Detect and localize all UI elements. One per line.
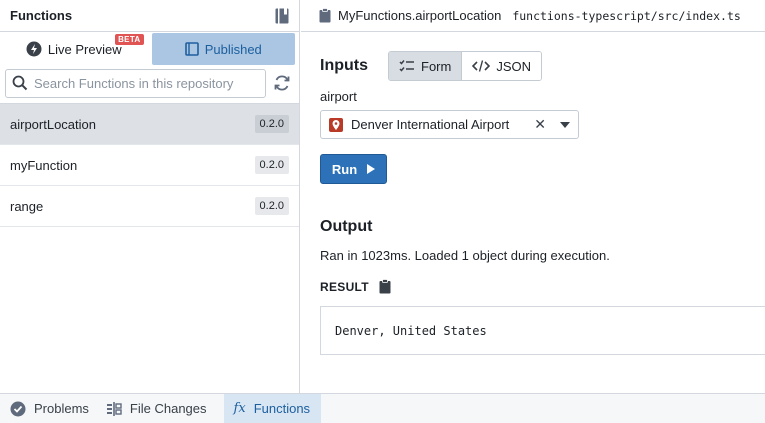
lightning-icon [26,41,42,57]
version-badge: 0.2.0 [254,156,289,174]
functions-panel-header: Functions [0,0,299,32]
json-mode-button[interactable]: JSON [462,52,542,80]
clipboard-icon [319,8,331,23]
play-icon [367,164,376,174]
tab-file-changes-label: File Changes [129,401,207,416]
list-item[interactable]: range 0.2.0 [0,186,299,227]
output-title: Output [320,218,373,235]
tab-published[interactable]: Published [151,33,295,65]
tab-functions[interactable]: fx Functions [223,394,322,423]
beta-badge: BETA [115,34,144,45]
copy-clipboard-icon[interactable] [379,279,391,294]
refresh-icon [274,75,290,91]
chevron-down-icon[interactable] [560,121,570,128]
function-name: range [10,198,44,214]
diff-icon [106,401,122,416]
bottom-bar: Problems File Changes fx Functions [0,393,765,423]
version-badge: 0.2.0 [254,197,289,215]
function-title: MyFunctions.airportLocation [338,8,502,23]
search-icon [12,75,28,91]
input-mode-toggle: Form JSON [388,51,543,81]
result-label: RESULT [320,279,369,294]
clear-icon[interactable]: ✕ [534,116,546,133]
run-button-label: Run [331,161,358,177]
function-name: airportLocation [10,116,96,132]
list-item[interactable]: airportLocation 0.2.0 [0,104,299,145]
fx-icon: fx [233,401,246,416]
run-button[interactable]: Run [320,154,387,184]
tab-problems[interactable]: Problems [10,394,98,423]
tab-problems-label: Problems [34,401,89,416]
tab-live-preview-label: Live Preview [47,41,122,57]
tab-published-label: Published [204,41,262,57]
panel-title: Functions [10,8,73,23]
file-header: MyFunctions.airportLocation functions-ty… [301,0,765,32]
code-icon [472,60,491,72]
run-info: Ran in 1023ms. Loaded 1 object during ex… [320,248,610,263]
functions-panel: Functions Live Preview BETA Published Se… [0,0,300,393]
check-circle-icon [10,401,26,416]
book-icon[interactable] [275,8,289,24]
airport-select-value: Denver International Airport [351,117,510,132]
map-pin-icon [329,117,343,132]
search-input[interactable]: Search Functions in this repository [5,68,266,98]
tab-file-changes[interactable]: File Changes [106,394,216,423]
checklist-icon [399,60,414,72]
inputs-title: Inputs [320,57,368,74]
function-detail-panel: MyFunctions.airportLocation functions-ty… [301,0,765,393]
book-open-icon [184,42,199,56]
version-badge: 0.2.0 [254,115,289,133]
search-row: Search Functions in this repository [0,66,299,100]
search-placeholder: Search Functions in this repository [34,75,234,91]
airport-field-label: airport [320,89,357,104]
function-source-tabs: Live Preview BETA Published [0,33,299,65]
function-name: myFunction [10,157,78,173]
refresh-button[interactable] [270,71,294,95]
tab-live-preview[interactable]: Live Preview BETA [2,33,146,65]
file-path: functions-typescript/src/index.ts [512,8,741,23]
list-item[interactable]: myFunction 0.2.0 [0,145,299,186]
form-mode-button[interactable]: Form [389,52,463,80]
inputs-header: Inputs Form JSON [320,51,746,81]
function-list: airportLocation 0.2.0 myFunction 0.2.0 r… [0,103,299,227]
result-header: RESULT [320,279,746,294]
airport-select[interactable]: Denver International Airport ✕ [320,110,579,139]
form-mode-label: Form [421,58,452,74]
function-content: Inputs Form JSON airport Denver Internat… [301,51,765,355]
result-output: Denver, United States [320,306,765,355]
json-mode-label: JSON [496,58,532,74]
tab-functions-label: Functions [253,401,311,416]
